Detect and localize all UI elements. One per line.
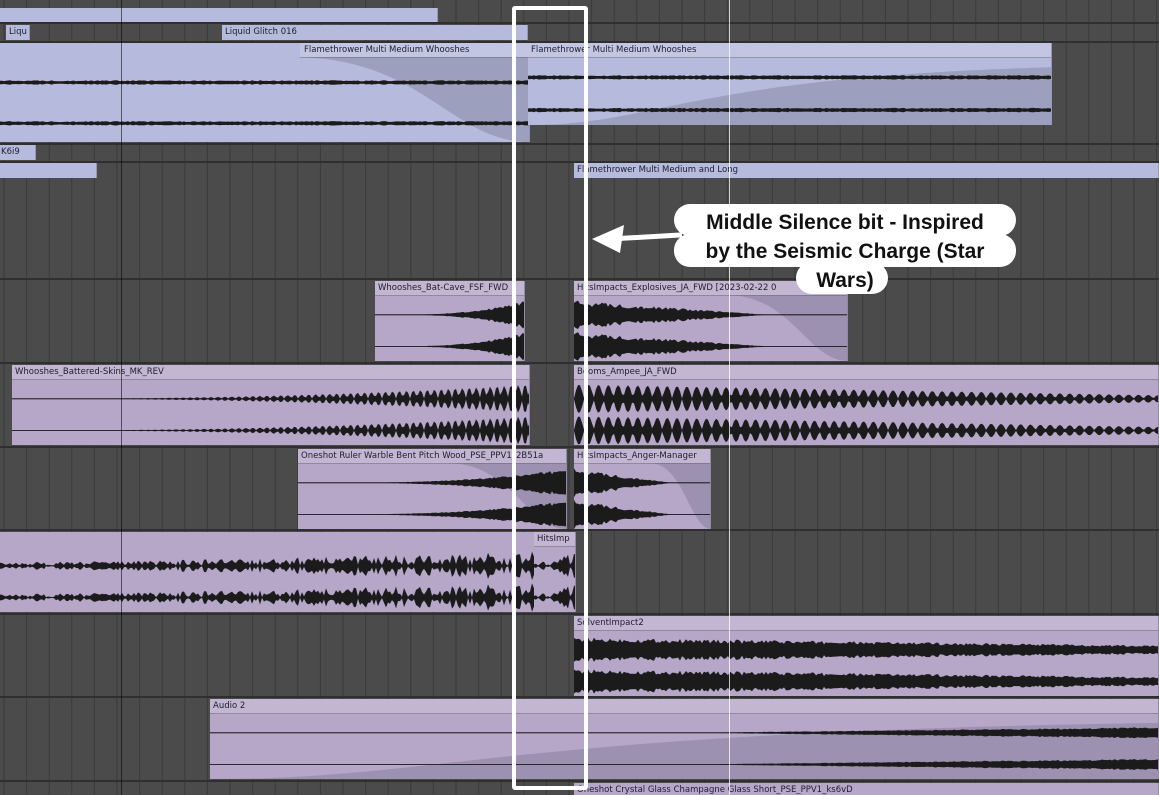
loop-marker-line	[121, 0, 122, 795]
clip-label: Liqu	[9, 27, 27, 37]
clip-label: Booms_Ampee_JA_FWD	[577, 367, 677, 377]
audio-clip[interactable]	[0, 163, 97, 178]
audio-clip-liqu[interactable]: Liqu	[6, 25, 30, 40]
audio-clip-liquid-glitch[interactable]: Liquid Glitch 016	[222, 25, 528, 40]
audio-clip[interactable]	[0, 8, 438, 22]
clip-label: Liquid Glitch 016	[225, 27, 297, 37]
annotation-callout: Middle Silence bit - Inspired by the Sei…	[674, 204, 1016, 294]
callout-line-2: by the Seismic Charge (Star	[705, 240, 985, 263]
clip-label: Whooshes_Bat-Cave_FSF_FWD	[378, 283, 509, 293]
arrow-left-icon	[592, 225, 682, 253]
clip-label: Audio 2	[213, 701, 246, 711]
clip-label: Oneshot Ruler Warble Bent Pitch Wood_PSE…	[301, 451, 544, 461]
audio-clip-crystal-glass[interactable]: Oneshot Crystal Glass Champagne Glass Sh…	[574, 783, 1159, 795]
clip-label: HitsImpacts_Anger-Manager	[577, 451, 697, 461]
audio-clip-flamethrower-whooshes-b[interactable]: Flamethrower Multi Medium Whooshes	[528, 43, 1052, 125]
audio-clip-flamethrower-whooshes-a[interactable]: Flamethrower Multi Medium Whooshes	[0, 43, 530, 142]
audio-clip-k6i9[interactable]: K6i9	[0, 145, 36, 160]
audio-clip-battered-skins[interactable]: Whooshes_Battered-Skins_MK_REV	[12, 365, 530, 445]
callout-line-3: Wars)	[816, 269, 874, 292]
arrangement-view: Liqu Liquid Glitch 016 Flamethrower Mult…	[0, 0, 1159, 795]
clip-label: Flamethrower Multi Medium Whooshes	[304, 45, 470, 55]
audio-clip-solvent-impact[interactable]: SolventImpact2	[574, 616, 1159, 696]
audio-clip-anger-manager[interactable]: HitsImpacts_Anger-Manager	[574, 449, 711, 529]
playhead[interactable]	[729, 0, 730, 795]
audio-clip-flamethrower-long[interactable]: Flamethrower Multi Medium and Long	[574, 163, 1159, 178]
clip-label: Oneshot Crystal Glass Champagne Glass Sh…	[577, 785, 853, 795]
audio-clip[interactable]	[0, 532, 536, 612]
clip-label: K6i9	[1, 147, 20, 157]
clip-label: Flamethrower Multi Medium and Long	[577, 165, 739, 175]
silence-highlight-box	[512, 6, 588, 790]
audio-clip-booms-ampee[interactable]: Booms_Ampee_JA_FWD	[574, 365, 1159, 445]
audio-clip-bat-cave[interactable]: Whooshes_Bat-Cave_FSF_FWD	[375, 281, 525, 361]
callout-line-1: Middle Silence bit - Inspired	[706, 211, 984, 234]
clip-label: Whooshes_Battered-Skins_MK_REV	[15, 367, 164, 377]
audio-clip-audio-2[interactable]: Audio 2	[210, 699, 1159, 779]
